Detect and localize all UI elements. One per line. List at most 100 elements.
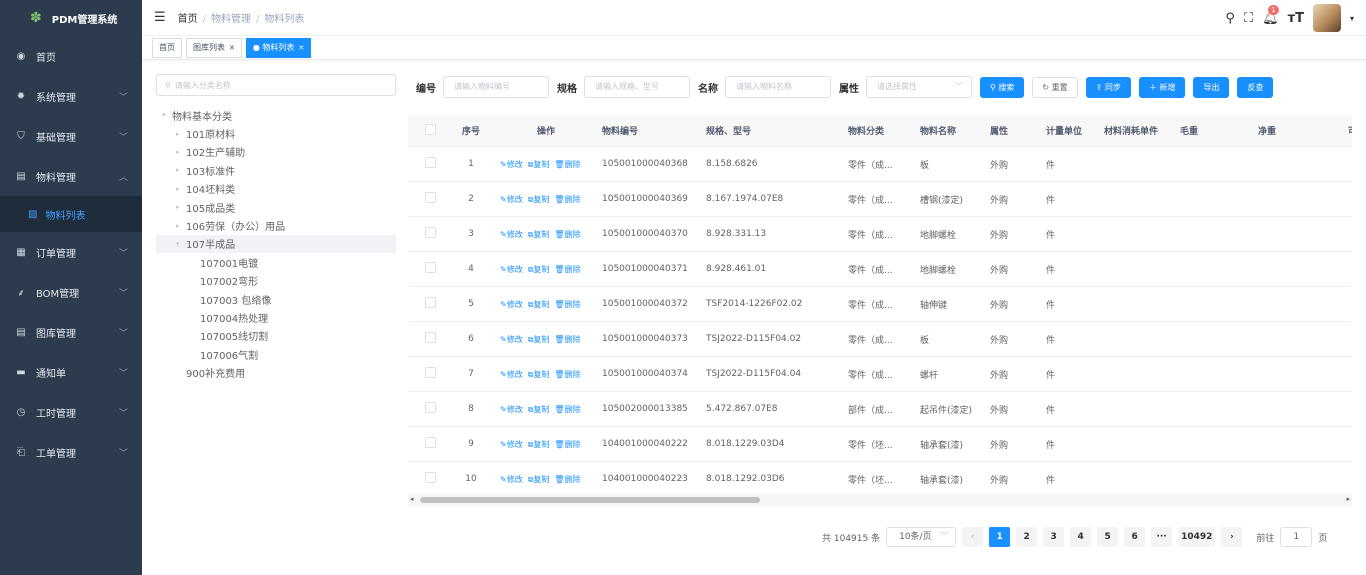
chevron-down-icon[interactable]: ▾: [1350, 14, 1354, 23]
next-page-button[interactable]: ›: [1221, 527, 1243, 547]
delete-button[interactable]: 🗑︎删除: [554, 195, 580, 204]
tree-node[interactable]: 107005线切割: [156, 327, 396, 345]
tree-node[interactable]: ▸ 101原材料: [156, 124, 396, 142]
hamburger-icon[interactable]: ☰: [154, 10, 166, 25]
sidebar-subitem-material-list[interactable]: ▧ 物料列表: [0, 196, 142, 232]
horizontal-scrollbar[interactable]: ◂ ▸: [408, 494, 1352, 506]
tree-node[interactable]: 107006气割: [156, 345, 396, 363]
edit-button[interactable]: ✎修改: [500, 405, 523, 414]
edit-button[interactable]: ✎修改: [500, 335, 523, 344]
goto-page-input[interactable]: 1: [1280, 527, 1313, 547]
code-input[interactable]: 请输入物料编号: [443, 76, 549, 98]
copy-button[interactable]: ⧉复制: [528, 335, 550, 344]
table-row[interactable]: 4 ✎修改 ⧉复制 🗑︎删除 105001000040371 8.928.461.01 零件…: [408, 252, 1352, 287]
avatar[interactable]: [1312, 4, 1341, 32]
tree-node[interactable]: 107001电镀: [156, 253, 396, 271]
sidebar-item-orders[interactable]: ▦ 订单管理 ﹀: [0, 232, 142, 272]
table-row[interactable]: 6 ✎修改 ⧉复制 🗑︎删除 105001000040373 TSJ2022-D115F0…: [408, 322, 1352, 357]
delete-button[interactable]: 🗑︎删除: [554, 475, 580, 484]
edit-button[interactable]: ✎修改: [500, 160, 523, 169]
delete-button[interactable]: 🗑︎删除: [554, 440, 580, 449]
delete-button[interactable]: 🗑︎删除: [554, 160, 580, 169]
page-button[interactable]: 3: [1043, 527, 1065, 547]
delete-button[interactable]: 🗑︎删除: [554, 335, 580, 344]
breadcrumb-home[interactable]: 首页: [178, 14, 198, 25]
tree-node[interactable]: 107002弯形: [156, 272, 396, 290]
font-size-icon[interactable]: тT: [1288, 11, 1304, 26]
tree-node[interactable]: ▸ 104坯料类: [156, 180, 396, 198]
table-row[interactable]: 10 ✎修改 ⧉复制 🗑︎删除 104001000040223 8.018.1292.03…: [408, 462, 1352, 497]
sidebar-item-workorder[interactable]: ⎗ 工单管理 ﹀: [0, 432, 142, 472]
copy-button[interactable]: ⧉复制: [528, 370, 550, 379]
edit-button[interactable]: ✎修改: [500, 265, 523, 274]
copy-button[interactable]: ⧉复制: [528, 405, 550, 414]
prev-page-button[interactable]: ‹: [962, 527, 984, 547]
table-row[interactable]: 3 ✎修改 ⧉复制 🗑︎删除 105001000040370 8.928.331.13 零件…: [408, 217, 1352, 252]
copy-button[interactable]: ⧉复制: [528, 475, 550, 484]
edit-button[interactable]: ✎修改: [500, 475, 523, 484]
search-button[interactable]: ⚲ 搜索: [980, 76, 1025, 98]
tree-node[interactable]: 900补充费用: [156, 363, 396, 381]
tree-node[interactable]: ▾ 107半成品: [156, 234, 396, 254]
more-pages-button[interactable]: ···: [1151, 527, 1173, 547]
delete-button[interactable]: 🗑︎删除: [554, 265, 580, 274]
close-icon[interactable]: ✕: [298, 44, 304, 52]
edit-button[interactable]: ✎修改: [500, 370, 523, 379]
row-checkbox[interactable]: [424, 332, 436, 343]
sidebar-item-worktime[interactable]: ◷ 工时管理 ﹀: [0, 392, 142, 432]
reverse-check-button[interactable]: 反查: [1237, 76, 1274, 98]
sidebar-item-basic[interactable]: ⛉ 基础管理 ﹀: [0, 116, 142, 156]
copy-button[interactable]: ⧉复制: [528, 195, 550, 204]
table-row[interactable]: 2 ✎修改 ⧉复制 🗑︎删除 105001000040369 8.167.1974.07E…: [408, 182, 1352, 217]
delete-button[interactable]: 🗑︎删除: [554, 300, 580, 309]
tree-node[interactable]: ▸ 105成品类: [156, 198, 396, 216]
table-row[interactable]: 5 ✎修改 ⧉复制 🗑︎删除 105001000040372 TSF2014-1226F0…: [408, 287, 1352, 322]
add-button[interactable]: ＋ 新增: [1138, 76, 1186, 98]
attr-select[interactable]: 请选择属性 ﹀: [866, 76, 972, 98]
scrollbar-thumb[interactable]: [420, 497, 760, 503]
edit-button[interactable]: ✎修改: [500, 440, 523, 449]
sidebar-item-gallery[interactable]: ▤ 图库管理 ﹀: [0, 312, 142, 352]
name-input[interactable]: 请输入物料名称: [725, 76, 831, 98]
tree-node[interactable]: ▸ 106劳保（办公）用品: [156, 216, 396, 234]
page-button[interactable]: 1: [989, 527, 1011, 547]
page-button[interactable]: 10492: [1178, 527, 1216, 547]
sidebar-item-bom[interactable]: ⸙ BOM管理 ﹀: [0, 272, 142, 312]
edit-button[interactable]: ✎修改: [500, 230, 523, 239]
page-size-select[interactable]: 10条/页 ﹀: [886, 527, 957, 547]
row-checkbox[interactable]: [424, 402, 436, 413]
page-button[interactable]: 2: [1016, 527, 1038, 547]
page-button[interactable]: 4: [1070, 527, 1092, 547]
delete-button[interactable]: 🗑︎删除: [554, 405, 580, 414]
spec-input[interactable]: 请输入规格、型号: [584, 76, 690, 98]
tree-search-input[interactable]: ⚲ 请输入分类名称: [156, 74, 396, 96]
copy-button[interactable]: ⧉复制: [528, 265, 550, 274]
bell-icon[interactable]: 🔔︎ 1: [1262, 4, 1279, 26]
close-icon[interactable]: ✕: [229, 44, 235, 52]
sidebar-item-home[interactable]: ◉ 首页: [0, 36, 142, 76]
tab-home[interactable]: 首页: [152, 37, 182, 58]
delete-button[interactable]: 🗑︎删除: [554, 370, 580, 379]
tree-node[interactable]: ▾ 物料基本分类: [156, 106, 396, 124]
tab-gallery[interactable]: 图库列表 ✕: [186, 37, 242, 58]
sidebar-item-notice[interactable]: ▬ 通知单 ﹀: [0, 352, 142, 392]
sidebar-item-system[interactable]: ✹ 系统管理 ﹀: [0, 76, 142, 116]
tree-node[interactable]: ▸ 102生产辅助: [156, 143, 396, 161]
row-checkbox[interactable]: [424, 367, 436, 378]
copy-button[interactable]: ⧉复制: [528, 300, 550, 309]
page-button[interactable]: 5: [1097, 527, 1119, 547]
page-button[interactable]: 6: [1124, 527, 1146, 547]
table-row[interactable]: 8 ✎修改 ⧉复制 🗑︎删除 105002000013385 5.472.867.07E8…: [408, 392, 1352, 427]
copy-button[interactable]: ⧉复制: [528, 440, 550, 449]
row-checkbox[interactable]: [424, 227, 436, 238]
tree-node[interactable]: ▸ 103标准件: [156, 161, 396, 179]
tree-node[interactable]: 107004热处理: [156, 308, 396, 326]
row-checkbox[interactable]: [424, 472, 436, 483]
export-button[interactable]: 导出: [1193, 76, 1230, 98]
search-icon[interactable]: ⚲: [1225, 11, 1235, 26]
row-checkbox[interactable]: [424, 157, 436, 168]
table-row[interactable]: 7 ✎修改 ⧉复制 🗑︎删除 105001000040374 TSJ2022-D115F0…: [408, 357, 1352, 392]
table-row[interactable]: 1 ✎修改 ⧉复制 🗑︎删除 105001000040368 8.158.6826 零件（成…: [408, 147, 1352, 182]
row-checkbox[interactable]: [424, 262, 436, 273]
tree-node[interactable]: 107003 包络像: [156, 290, 396, 308]
